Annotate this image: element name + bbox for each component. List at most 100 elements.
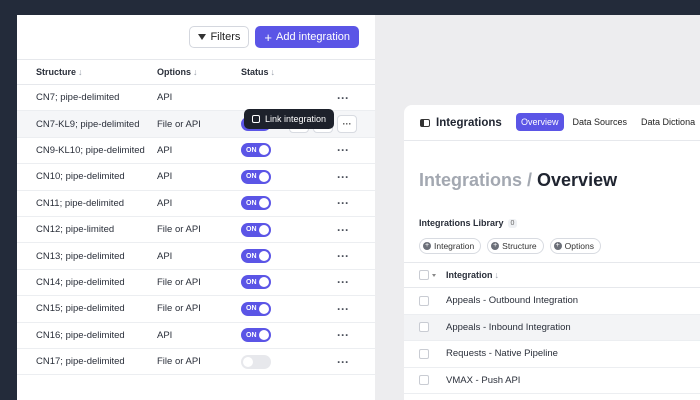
status-toggle[interactable]: ON <box>241 196 271 211</box>
integration-name: Requests - Native Pipeline <box>446 348 558 360</box>
structure-cell: CN15; pipe-delimited <box>36 303 125 315</box>
structures-table: Structure ↓ Options ↓ Status ↓ CN7; pipe-de… <box>17 59 375 376</box>
table-row[interactable]: CN10; pipe-delimited API ON ··· <box>17 164 375 191</box>
add-integration-label: Add integration <box>276 31 350 43</box>
filters-label: Filters <box>210 31 241 43</box>
table-row[interactable]: CN14; pipe-delimited File or API ON ··· <box>17 270 375 297</box>
structure-cell: CN13; pipe-delimited <box>36 250 125 262</box>
chip-structure[interactable]: + Structure <box>487 238 544 254</box>
row-checkbox[interactable] <box>419 322 429 333</box>
row-checkbox[interactable] <box>419 348 429 359</box>
sort-arrow-icon: ↓ <box>193 67 198 77</box>
table-row[interactable]: VMAX - Push API <box>404 368 700 394</box>
structure-cell: CN16; pipe-delimited <box>36 329 125 341</box>
integration-name: VMAX - Push API <box>446 374 521 386</box>
toggle-knob <box>259 171 269 182</box>
more-icon[interactable]: ··· <box>337 91 349 105</box>
table-row[interactable]: CN15; pipe-delimited File or API ON ··· <box>17 296 375 323</box>
toggle-knob <box>259 303 269 314</box>
status-toggle[interactable]: ON <box>241 143 271 158</box>
page-title: Integrations / Overview <box>419 170 617 191</box>
status-toggle[interactable]: ON <box>241 275 271 290</box>
toggle-knob <box>259 145 269 156</box>
table-header: Integration ↓ <box>404 262 700 288</box>
column-integration[interactable]: Integration ↓ <box>446 270 499 280</box>
table-row[interactable]: CN11; pipe-delimited API ON ··· <box>17 191 375 217</box>
options-cell: API <box>157 144 173 156</box>
options-cell: File or API <box>157 118 201 130</box>
tooltip-text: Link integration <box>265 114 327 124</box>
funnel-icon <box>198 34 207 40</box>
options-cell: API <box>157 171 173 183</box>
chip-options[interactable]: + Options <box>549 238 601 254</box>
add-integration-button[interactable]: + Add integration <box>255 26 359 48</box>
status-toggle[interactable]: ON <box>241 222 271 237</box>
options-cell: API <box>157 197 173 209</box>
options-cell: File or API <box>157 276 201 288</box>
select-all-checkbox[interactable] <box>419 270 429 280</box>
row-checkbox[interactable] <box>419 375 429 386</box>
tab-data-sources[interactable]: Data Sources <box>568 113 633 131</box>
plus-circle-icon: + <box>491 242 500 250</box>
more-button[interactable]: ··· <box>337 115 357 134</box>
tab-data-dictionary[interactable]: Data Dictiona <box>636 113 700 131</box>
sort-arrow-icon: ↓ <box>494 270 500 280</box>
toggle-knob <box>259 330 269 341</box>
more-icon[interactable]: ··· <box>337 328 349 342</box>
more-icon[interactable]: ··· <box>337 275 349 289</box>
breadcrumb-integrations[interactable]: Integrations / <box>419 170 532 190</box>
structure-cell: CN12; pipe-limited <box>36 224 115 236</box>
more-icon[interactable]: ··· <box>337 355 349 369</box>
structure-cell: CN10; pipe-delimited <box>36 171 125 183</box>
plus-circle-icon: + <box>553 242 562 250</box>
more-icon[interactable]: ··· <box>337 143 349 157</box>
structure-cell: CN9-KL10; pipe-delimited <box>36 144 145 156</box>
filters-button[interactable]: Filters <box>189 26 250 48</box>
table-row[interactable]: CN7; pipe-delimited API ··· <box>17 85 375 112</box>
table-row[interactable]: CN16; pipe-delimited API ON ··· <box>17 323 375 349</box>
structure-cell: CN7-KL9; pipe-delimited <box>36 118 140 130</box>
filter-chips: + Integration + Structure + Options <box>419 238 601 254</box>
chip-integration[interactable]: + Integration <box>419 238 482 254</box>
status-toggle[interactable] <box>241 354 271 369</box>
status-toggle[interactable]: ON <box>241 301 271 316</box>
column-status[interactable]: Status ↓ <box>241 67 275 77</box>
column-structure[interactable]: Structure ↓ <box>36 67 83 77</box>
status-toggle[interactable]: ON <box>241 249 271 264</box>
tab-bar: Overview Data Sources Data Dictiona <box>516 113 700 131</box>
options-cell: File or API <box>157 224 201 236</box>
more-icon[interactable]: ··· <box>337 223 349 237</box>
more-icon[interactable]: ··· <box>337 170 349 184</box>
structure-cell: CN11; pipe-delimited <box>36 197 125 209</box>
library-count-badge: 0 <box>507 218 518 228</box>
table-row[interactable]: CN17; pipe-delimited File or API ··· <box>17 349 375 376</box>
options-cell: API <box>157 329 173 341</box>
sort-arrow-icon: ↓ <box>78 67 83 77</box>
integration-name: Appeals - Outbound Integration <box>446 295 579 307</box>
status-toggle[interactable]: ON <box>241 169 271 184</box>
table-row[interactable]: Requests - Native Pipeline <box>404 341 700 368</box>
chevron-down-icon[interactable] <box>432 273 436 277</box>
table-row[interactable]: Appeals - Outbound Integration <box>404 288 700 315</box>
sidebar-toggle-icon[interactable] <box>420 118 430 127</box>
more-icon[interactable]: ··· <box>337 196 349 210</box>
row-checkbox[interactable] <box>419 295 429 306</box>
tab-overview[interactable]: Overview <box>516 113 564 131</box>
toggle-knob <box>243 356 253 367</box>
table-row[interactable]: CN13; pipe-delimited API ON ··· <box>17 243 375 270</box>
table-header: Structure ↓ Options ↓ Status ↓ <box>17 59 375 85</box>
table-row[interactable]: Appeals - Inbound Integration <box>404 314 700 341</box>
status-toggle[interactable]: ON <box>241 328 271 343</box>
library-label: Integrations Library 0 <box>419 218 518 228</box>
structures-panel: Filters + Add integration Structure ↓ Opt… <box>17 15 375 400</box>
column-options[interactable]: Options ↓ <box>157 67 198 77</box>
toggle-knob <box>259 224 269 235</box>
integrations-table: Integration ↓ Appeals - Outbound Integrat… <box>404 262 700 394</box>
table-row[interactable]: CN9-KL10; pipe-delimited API ON ··· <box>17 138 375 165</box>
more-icon[interactable]: ··· <box>337 249 349 263</box>
link-icon <box>252 115 260 123</box>
structure-cell: CN7; pipe-delimited <box>36 92 120 104</box>
breadcrumb-current: Overview <box>537 170 618 190</box>
table-row[interactable]: CN12; pipe-limited File or API ON ··· <box>17 217 375 244</box>
more-icon[interactable]: ··· <box>337 302 349 316</box>
